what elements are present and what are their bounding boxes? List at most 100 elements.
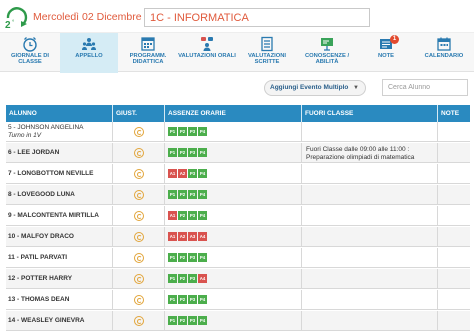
note-cell[interactable] <box>438 185 470 205</box>
justify-icon[interactable] <box>134 253 144 263</box>
table-row[interactable]: 8 - LOVEGOOD LUNA P1 P2 P3 P4 <box>6 185 470 205</box>
present-hour-badge[interactable]: P4 <box>198 148 207 157</box>
present-hour-badge[interactable]: P4 <box>198 169 207 178</box>
present-hour-badge[interactable]: P4 <box>198 253 207 262</box>
toolbar-valutazioni-orali[interactable]: VALUTAZIONI ORALI <box>178 33 236 73</box>
absent-hour-badge[interactable]: A1 <box>168 169 177 178</box>
student-name[interactable]: 6 - LEE JORDAN <box>6 143 113 163</box>
table-row[interactable]: 7 - LONGBOTTOM NEVILLE A1 A2 P3 P4 <box>6 164 470 184</box>
absent-hour-badge[interactable]: A2 <box>178 169 187 178</box>
toolbar-note[interactable]: 1 NOTE <box>358 33 414 73</box>
student-name[interactable]: 8 - LOVEGOOD LUNA <box>6 185 113 205</box>
table-row[interactable]: 13 - THOMAS DEAN P1 P2 P3 P4 <box>6 290 470 310</box>
justify-icon[interactable] <box>134 316 144 326</box>
note-cell[interactable] <box>438 143 470 163</box>
fuori-classe-cell[interactable] <box>302 269 438 289</box>
justify-icon[interactable] <box>134 190 144 200</box>
present-hour-badge[interactable]: P1 <box>168 253 177 262</box>
note-cell[interactable] <box>438 227 470 247</box>
present-hour-badge[interactable]: P3 <box>188 295 197 304</box>
student-name[interactable]: 11 - PATIL PARVATI <box>6 248 113 268</box>
present-hour-badge[interactable]: P3 <box>188 316 197 325</box>
present-hour-badge[interactable]: P4 <box>198 316 207 325</box>
note-cell[interactable] <box>438 269 470 289</box>
student-name[interactable]: 5 - JOHNSON ANGELINA Turno in 1V <box>6 122 113 142</box>
justify-icon[interactable] <box>134 148 144 158</box>
fuori-classe-cell[interactable] <box>302 206 438 226</box>
justify-icon[interactable] <box>134 232 144 242</box>
present-hour-badge[interactable]: P3 <box>188 190 197 199</box>
present-hour-badge[interactable]: P3 <box>188 253 197 262</box>
fuori-classe-cell[interactable] <box>302 311 438 331</box>
present-hour-badge[interactable]: P2 <box>178 148 187 157</box>
note-cell[interactable] <box>438 248 470 268</box>
table-row[interactable]: 11 - PATIL PARVATI P1 P2 P3 P4 <box>6 248 470 268</box>
absent-hour-badge[interactable]: A1 <box>168 211 177 220</box>
present-hour-badge[interactable]: P2 <box>178 274 187 283</box>
add-multiple-event-dropdown[interactable]: Aggiungi Evento Multiplo ▼ <box>264 80 366 96</box>
table-row[interactable]: 5 - JOHNSON ANGELINA Turno in 1V P1 P2 P3 P4 <box>6 122 470 142</box>
present-hour-badge[interactable]: P2 <box>178 253 187 262</box>
table-row[interactable]: 6 - LEE JORDAN P1 P2 P3 P4 Fuori Classe dalle… <box>6 143 470 163</box>
justify-icon[interactable] <box>134 211 144 221</box>
justify-icon[interactable] <box>134 274 144 284</box>
justify-icon[interactable] <box>134 169 144 179</box>
present-hour-badge[interactable]: P4 <box>198 127 207 136</box>
note-cell[interactable] <box>438 206 470 226</box>
student-name[interactable]: 7 - LONGBOTTOM NEVILLE <box>6 164 113 184</box>
student-name[interactable]: 14 - WEASLEY GINEVRA <box>6 311 113 331</box>
present-hour-badge[interactable]: P3 <box>188 148 197 157</box>
present-hour-badge[interactable]: P1 <box>168 127 177 136</box>
present-hour-badge[interactable]: P3 <box>188 169 197 178</box>
note-cell[interactable] <box>438 290 470 310</box>
student-name[interactable]: 13 - THOMAS DEAN <box>6 290 113 310</box>
toolbar-giornale-di-classe[interactable]: GIORNALE DI CLASSE <box>2 33 58 73</box>
note-cell[interactable] <box>438 122 470 142</box>
absent-hour-badge[interactable]: A4 <box>198 232 207 241</box>
justify-icon[interactable] <box>134 295 144 305</box>
table-row[interactable]: 10 - MALFOY DRACO A1 A2 A3 A4 <box>6 227 470 247</box>
present-hour-badge[interactable]: P1 <box>168 316 177 325</box>
table-row[interactable]: 9 - MALCONTENTA MIRTILLA A1 P2 P3 P4 <box>6 206 470 226</box>
justify-icon[interactable] <box>134 127 144 137</box>
search-input[interactable] <box>388 84 466 91</box>
fuori-classe-cell[interactable] <box>302 227 438 247</box>
absent-hour-badge[interactable]: A2 <box>178 232 187 241</box>
present-hour-badge[interactable]: P4 <box>198 211 207 220</box>
toolbar-calendario[interactable]: CALENDARIO <box>416 33 472 73</box>
toolbar-valutazioni-scritte[interactable]: VALUTAZIONI SCRITTE <box>238 33 296 73</box>
toolbar-programm-didattica[interactable]: PROGRAMM. DIDATTICA <box>120 33 176 73</box>
toolbar-conoscenze-abilita[interactable]: CONOSCENZE / ABILITÀ <box>298 33 356 73</box>
absent-hour-badge[interactable]: A1 <box>168 232 177 241</box>
present-hour-badge[interactable]: P1 <box>168 295 177 304</box>
current-date[interactable]: Mercoledì 02 Dicembre <box>33 11 142 23</box>
present-hour-badge[interactable]: P3 <box>188 127 197 136</box>
fuori-classe-cell[interactable] <box>302 164 438 184</box>
present-hour-badge[interactable]: P4 <box>198 190 207 199</box>
note-cell[interactable] <box>438 164 470 184</box>
note-cell[interactable] <box>438 311 470 331</box>
present-hour-badge[interactable]: P1 <box>168 274 177 283</box>
present-hour-badge[interactable]: P4 <box>198 295 207 304</box>
student-name[interactable]: 12 - POTTER HARRY <box>6 269 113 289</box>
fuori-classe-cell[interactable] <box>302 185 438 205</box>
present-hour-badge[interactable]: P1 <box>168 148 177 157</box>
student-name[interactable]: 10 - MALFOY DRACO <box>6 227 113 247</box>
table-row[interactable]: 14 - WEASLEY GINEVRA P1 P2 P3 P4 <box>6 311 470 331</box>
fuori-classe-cell[interactable] <box>302 248 438 268</box>
present-hour-badge[interactable]: P3 <box>188 211 197 220</box>
fuori-classe-cell[interactable] <box>302 122 438 142</box>
present-hour-badge[interactable]: P2 <box>178 211 187 220</box>
absent-hour-badge[interactable]: A3 <box>188 232 197 241</box>
col-alunno[interactable]: ALUNNO <box>6 105 113 122</box>
present-hour-badge[interactable]: P3 <box>188 274 197 283</box>
fuori-classe-cell[interactable]: Fuori Classe dalle 09:00 alle 11:00 : Pr… <box>302 143 438 163</box>
present-hour-badge[interactable]: P1 <box>168 190 177 199</box>
absent-hour-badge[interactable]: A4 <box>198 274 207 283</box>
student-name[interactable]: 9 - MALCONTENTA MIRTILLA <box>6 206 113 226</box>
table-row[interactable]: 12 - POTTER HARRY P1 P2 P3 A4 <box>6 269 470 289</box>
present-hour-badge[interactable]: P2 <box>178 295 187 304</box>
toolbar-appello[interactable]: APPELLO <box>60 33 118 73</box>
search-student-field[interactable] <box>382 79 468 96</box>
present-hour-badge[interactable]: P2 <box>178 190 187 199</box>
